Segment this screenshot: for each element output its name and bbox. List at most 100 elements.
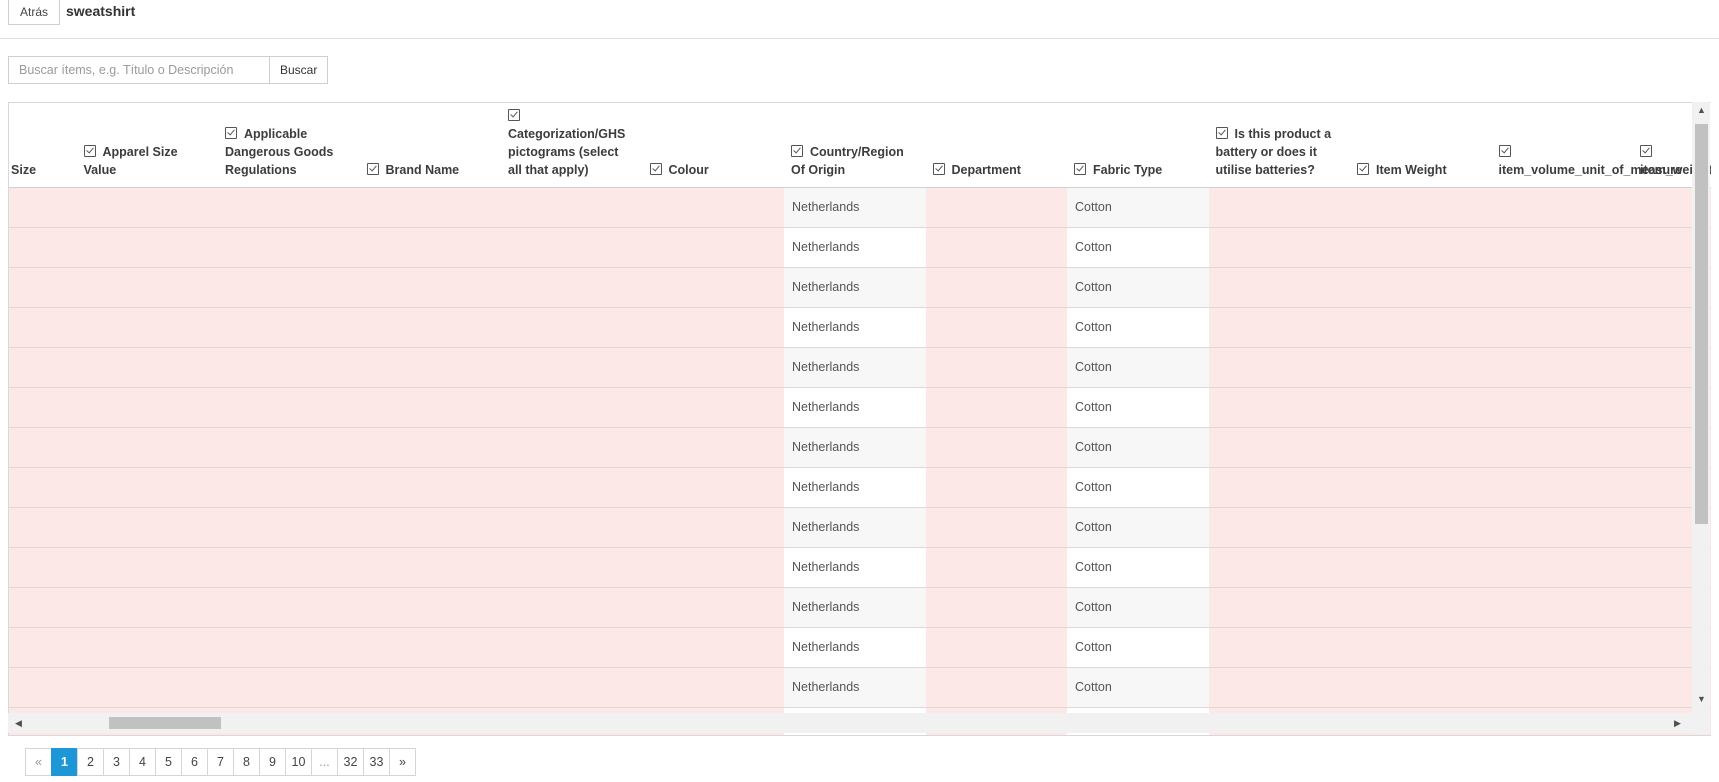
table-row[interactable]: Netherlands Cotton (9, 308, 1711, 348)
table-cell[interactable] (642, 348, 784, 387)
table-cell[interactable] (1350, 308, 1492, 347)
table-cell[interactable]: Netherlands (784, 428, 926, 467)
table-cell[interactable] (1208, 508, 1350, 547)
table-cell[interactable] (1491, 188, 1633, 227)
table-cell[interactable]: Cotton (1067, 308, 1209, 347)
table-cell[interactable] (218, 268, 360, 307)
edit-checkbox-icon[interactable] (1640, 145, 1652, 157)
table-cell[interactable] (501, 668, 643, 707)
pagination-page-8[interactable]: 8 (233, 748, 260, 776)
pagination-page-33[interactable]: 33 (363, 748, 390, 776)
table-cell[interactable] (501, 468, 643, 507)
table-cell[interactable] (1208, 348, 1350, 387)
pagination-page-4[interactable]: 4 (129, 748, 156, 776)
table-cell[interactable]: Cotton (1067, 348, 1209, 387)
table-cell[interactable] (218, 668, 360, 707)
horizontal-scrollbar[interactable]: ◀ ▶ (8, 713, 1692, 733)
table-cell[interactable] (76, 628, 218, 667)
table-cell[interactable] (218, 348, 360, 387)
table-cell[interactable] (642, 548, 784, 587)
back-button[interactable]: Atrás (8, 0, 61, 25)
table-cell[interactable] (925, 228, 1067, 267)
edit-checkbox-icon[interactable] (366, 163, 379, 175)
table-cell[interactable] (76, 308, 218, 347)
table-cell[interactable] (9, 588, 77, 627)
table-cell[interactable] (359, 508, 501, 547)
table-cell[interactable] (9, 348, 77, 387)
table-cell[interactable]: Netherlands (784, 628, 926, 667)
edit-checkbox-icon[interactable] (1498, 145, 1511, 157)
table-cell[interactable] (642, 268, 784, 307)
pagination-page-7[interactable]: 7 (207, 748, 234, 776)
table-cell[interactable]: Cotton (1067, 628, 1209, 667)
table-cell[interactable] (76, 388, 218, 427)
table-cell[interactable] (1350, 668, 1492, 707)
table-cell[interactable] (9, 428, 77, 467)
scroll-right-arrow-icon[interactable]: ▶ (1674, 718, 1681, 729)
table-cell[interactable] (218, 548, 360, 587)
table-cell[interactable] (642, 228, 784, 267)
table-cell[interactable] (1491, 388, 1633, 427)
scroll-left-arrow-icon[interactable]: ◀ (15, 718, 22, 729)
column-header[interactable]: Categorization/GHS pictograms (select al… (501, 103, 643, 187)
table-cell[interactable] (9, 508, 77, 547)
table-cell[interactable] (1350, 348, 1492, 387)
table-cell[interactable] (925, 588, 1067, 627)
table-cell[interactable]: Netherlands (784, 388, 926, 427)
table-cell[interactable] (1491, 548, 1633, 587)
table-cell[interactable] (359, 308, 501, 347)
table-cell[interactable]: Cotton (1067, 228, 1209, 267)
column-header[interactable]: Department (926, 103, 1068, 187)
scroll-down-arrow-icon[interactable]: ▼ (1697, 694, 1706, 704)
vertical-scrollbar[interactable]: ▲ ▼ (1692, 102, 1710, 734)
edit-checkbox-icon[interactable] (83, 145, 96, 157)
edit-checkbox-icon[interactable] (225, 127, 237, 139)
table-cell[interactable] (218, 188, 360, 227)
pagination-ellipsis[interactable]: ... (311, 748, 338, 776)
vertical-scroll-thumb[interactable] (1695, 124, 1708, 524)
column-header[interactable]: Fabric Type (1067, 103, 1209, 187)
pagination-prev-button[interactable]: « (25, 748, 52, 776)
table-row[interactable]: Netherlands Cotton (9, 628, 1711, 668)
table-cell[interactable] (359, 428, 501, 467)
pagination-next-button[interactable]: » (389, 748, 416, 776)
table-cell[interactable] (1208, 308, 1350, 347)
table-cell[interactable] (218, 388, 360, 427)
table-cell[interactable] (1350, 428, 1492, 467)
table-cell[interactable]: Cotton (1067, 388, 1209, 427)
table-cell[interactable] (925, 428, 1067, 467)
search-button[interactable]: Buscar (270, 56, 329, 84)
table-cell[interactable]: Cotton (1067, 548, 1209, 587)
table-cell[interactable]: Netherlands (784, 308, 926, 347)
table-cell[interactable] (501, 428, 643, 467)
table-cell[interactable]: Netherlands (784, 268, 926, 307)
table-cell[interactable] (642, 588, 784, 627)
edit-checkbox-icon[interactable] (649, 163, 662, 175)
table-cell[interactable] (1208, 588, 1350, 627)
table-cell[interactable]: Cotton (1067, 588, 1209, 627)
table-cell[interactable] (359, 548, 501, 587)
column-header[interactable]: Apparel Size Value (77, 103, 219, 187)
table-cell[interactable] (1491, 308, 1633, 347)
table-cell[interactable] (359, 388, 501, 427)
table-row[interactable]: Netherlands Cotton (9, 508, 1711, 548)
pagination-page-5[interactable]: 5 (155, 748, 182, 776)
pagination-page-10[interactable]: 10 (285, 748, 312, 776)
table-cell[interactable] (9, 268, 77, 307)
table-cell[interactable] (218, 428, 360, 467)
edit-checkbox-icon[interactable] (1357, 163, 1369, 175)
table-row[interactable]: Netherlands Cotton (9, 228, 1711, 268)
column-header[interactable]: Colour (643, 103, 785, 187)
table-cell[interactable] (1491, 508, 1633, 547)
table-cell[interactable] (1491, 268, 1633, 307)
table-cell[interactable]: Netherlands (784, 228, 926, 267)
table-cell[interactable] (1208, 668, 1350, 707)
table-cell[interactable] (925, 628, 1067, 667)
pagination-page-3[interactable]: 3 (103, 748, 130, 776)
table-cell[interactable] (642, 468, 784, 507)
table-cell[interactable] (501, 628, 643, 667)
edit-checkbox-icon[interactable] (932, 163, 945, 175)
edit-checkbox-icon[interactable] (1215, 127, 1228, 139)
pagination-page-9[interactable]: 9 (259, 748, 286, 776)
table-cell[interactable] (642, 428, 784, 467)
